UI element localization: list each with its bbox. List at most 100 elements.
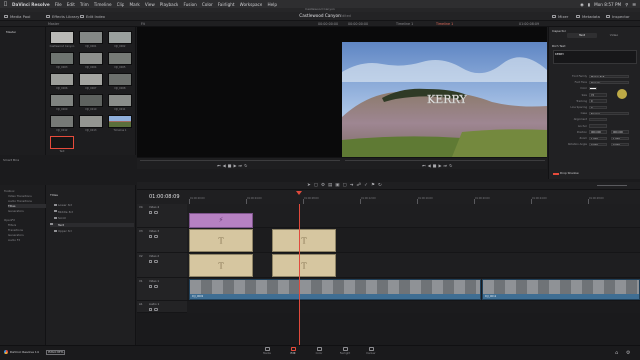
visibility-icon[interactable]	[154, 211, 158, 214]
playhead[interactable]	[299, 204, 300, 345]
menu-trim[interactable]: Trim	[80, 2, 89, 7]
effects-tree-item[interactable]: Titles	[8, 204, 46, 208]
viewer-frame[interactable]: KERRY	[342, 42, 547, 157]
media-thumbnail[interactable]	[50, 52, 74, 65]
inspector-field-value[interactable]: 72	[589, 93, 607, 97]
track-header[interactable]: A1 Audio 1	[137, 301, 187, 313]
lock-icon[interactable]	[149, 235, 152, 238]
menu-color[interactable]: Color	[202, 2, 213, 7]
effects-list-item[interactable]: Upper 3rd	[58, 229, 72, 233]
tab-video[interactable]: Video	[599, 33, 629, 38]
source-viewer[interactable]	[137, 27, 342, 157]
track-lane[interactable]	[187, 253, 640, 278]
media-thumbnail[interactable]	[79, 31, 103, 44]
effects-list-item[interactable]: Lower 3rd	[58, 203, 72, 207]
source-transport-buttons[interactable]: ⏮◀■▶⏭↻	[217, 163, 249, 168]
playhead-handle[interactable]	[296, 191, 302, 195]
media-thumbnail[interactable]	[108, 52, 132, 65]
menu-app-name[interactable]: DaVinci Resolve	[12, 2, 50, 7]
effects-list-item[interactable]: Text	[50, 222, 134, 227]
title-clip[interactable]: T	[272, 254, 336, 277]
page-tab-fairlight[interactable]: Fairlight	[335, 347, 355, 355]
effects-tree-item[interactable]: Audio FX	[8, 238, 20, 242]
bin-master[interactable]: Master	[6, 30, 16, 34]
track-header[interactable]: V1 Video 1	[137, 278, 187, 301]
inspector-field-value[interactable]: 0	[589, 99, 607, 103]
menu-mark[interactable]: Mark	[129, 2, 139, 7]
media-thumbnail[interactable]	[79, 94, 103, 107]
inspector-field-value[interactable]	[589, 124, 607, 128]
source-zoom[interactable]: Fit	[141, 22, 145, 26]
media-thumbnail[interactable]	[108, 115, 132, 128]
track-lane[interactable]	[187, 204, 640, 228]
track-header[interactable]: V3 Video 3	[137, 228, 187, 253]
page-tab-deliver[interactable]: Deliver	[361, 347, 381, 355]
wifi-icon[interactable]: ◉	[580, 2, 584, 7]
title-clip[interactable]: T	[189, 254, 253, 277]
menu-edit[interactable]: Edit	[67, 2, 75, 7]
media-thumbnail[interactable]	[108, 73, 132, 86]
timeline-name-dropdown[interactable]: Timeline 1	[436, 22, 453, 26]
inspector-field-value[interactable]	[589, 117, 607, 122]
generator-clip[interactable]: ⚡	[189, 213, 253, 228]
effects-tree-item[interactable]: Video Transitions	[8, 194, 32, 198]
title-clip[interactable]: T	[272, 229, 336, 252]
inspector-field-value-y[interactable]: 960.000	[611, 130, 629, 134]
timeline-ruler[interactable]: 01:00:00:00 01:00:04:00 01:00:08:00 01:00:1…	[187, 190, 640, 204]
lock-icon[interactable]	[149, 260, 152, 263]
timeline-name[interactable]: Timeline 1	[396, 22, 413, 26]
inspector-field-value[interactable]: 0	[589, 105, 607, 110]
media-thumbnail[interactable]	[50, 115, 74, 128]
program-transport-buttons[interactable]: ⏮◀■▶⏭↻	[422, 163, 454, 168]
effects-list-item[interactable]: Middle 3rd	[58, 210, 73, 214]
inspector-field-value[interactable]	[589, 86, 597, 91]
effects-tree-item[interactable]: Generators	[8, 209, 24, 213]
battery-icon[interactable]: ▮	[588, 2, 590, 7]
video-clip[interactable]: DJI_0012	[482, 279, 640, 300]
menu-fusion[interactable]: Fusion	[183, 2, 196, 7]
media-thumbnail[interactable]	[50, 136, 74, 149]
apple-icon[interactable]: 	[4, 1, 7, 7]
drop-shadow-header[interactable]: Drop Shadow	[560, 171, 579, 175]
bin-smart-bins[interactable]: Smart Bins	[3, 158, 19, 162]
title-clip[interactable]: T	[189, 229, 253, 252]
search-icon[interactable]: ⚲	[625, 2, 628, 7]
track-header[interactable]: V2 Video 2	[137, 253, 187, 278]
page-tab-color[interactable]: Color	[309, 347, 329, 355]
media-thumbnail[interactable]	[50, 31, 74, 44]
media-thumbnail[interactable]	[79, 52, 103, 65]
edit-tools[interactable]: ➤▢⚙▤▣▢➜☍✓⚑↻	[307, 183, 385, 188]
visibility-icon[interactable]	[154, 308, 158, 311]
track-lane[interactable]	[187, 228, 640, 253]
media-thumbnail[interactable]	[108, 94, 132, 107]
menu-workspace[interactable]: Workspace	[240, 2, 263, 7]
program-scrubber[interactable]	[345, 160, 545, 161]
inspector-field-value[interactable]: 1.000	[589, 136, 607, 141]
effects-tree-item[interactable]: Filters	[8, 223, 16, 227]
menu-list-icon[interactable]: ☰	[632, 2, 636, 7]
media-thumbnail[interactable]	[50, 73, 74, 86]
inspector-field-value-y[interactable]: 1.000	[611, 136, 629, 141]
menu-clip[interactable]: Clip	[117, 2, 125, 7]
menu-file[interactable]: File	[55, 2, 62, 7]
video-clip[interactable]: DJI_0009	[189, 279, 481, 300]
inspector-field-value-y[interactable]: 0.000	[611, 142, 629, 147]
visibility-icon[interactable]	[154, 260, 158, 263]
inspector-field-value[interactable]: Regular	[589, 80, 629, 85]
visibility-icon[interactable]	[154, 235, 158, 238]
inspector-button[interactable]: Inspector	[606, 14, 630, 19]
media-thumbnail[interactable]	[50, 94, 74, 107]
inspector-field-value[interactable]: Normal	[589, 111, 629, 116]
menu-timeline[interactable]: Timeline	[94, 2, 112, 7]
visibility-icon[interactable]	[154, 285, 158, 288]
source-scrubber[interactable]	[140, 160, 340, 161]
media-thumbnail[interactable]	[79, 73, 103, 86]
menu-help[interactable]: Help	[267, 2, 277, 7]
media-thumbnail[interactable]	[108, 31, 132, 44]
inspector-field-value[interactable]: 960.000	[589, 130, 607, 134]
bin-name[interactable]: Master	[48, 22, 59, 26]
mixer-button[interactable]: Mixer	[552, 14, 568, 19]
effects-tree-item[interactable]: Audio Transitions	[8, 199, 32, 203]
page-tab-edit[interactable]: Edit	[283, 347, 303, 355]
inspector-field-value[interactable]: 0.000	[589, 142, 607, 147]
